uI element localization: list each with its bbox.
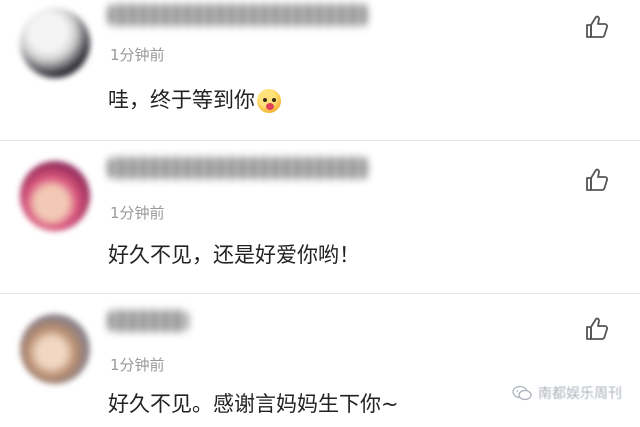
comment-text: 好久不见。感谢言妈妈生下你~ xyxy=(108,392,399,416)
comment-time: 1分钟前 xyxy=(110,356,165,374)
comment-item: 1分钟前 好久不见，还是好爱你哟！ xyxy=(0,140,640,293)
thumbs-up-icon[interactable] xyxy=(584,167,610,193)
username-blurred[interactable] xyxy=(108,306,188,336)
avatar[interactable] xyxy=(20,161,90,231)
comment-time: 1分钟前 xyxy=(110,204,165,222)
blurred-name-bar xyxy=(108,157,368,179)
wechat-logo-icon xyxy=(512,385,532,401)
comment-text: 好久不见，还是好爱你哟！ xyxy=(108,243,360,267)
comment-text-body: 哇，终于等到你 xyxy=(108,88,255,112)
avatar[interactable] xyxy=(20,314,90,384)
comment-item: 1分钟前 哇，终于等到你 xyxy=(0,0,640,140)
blush-face-emoji-icon xyxy=(257,89,281,113)
username-blurred[interactable] xyxy=(108,153,368,183)
comment-feed: 1分钟前 哇，终于等到你 1分钟前 好久不见，还是好爱你哟！ 1分钟前 好久不见… xyxy=(0,0,640,427)
blurred-name-bar xyxy=(108,310,188,332)
thumbs-up-icon[interactable] xyxy=(584,316,610,342)
thumbs-up-icon[interactable] xyxy=(584,14,610,40)
avatar[interactable] xyxy=(20,8,90,78)
watermark: 南都娱乐周刊 xyxy=(512,383,622,403)
comment-text: 哇，终于等到你 xyxy=(108,84,281,114)
username-blurred[interactable] xyxy=(108,0,368,30)
blurred-name-bar xyxy=(108,4,368,26)
watermark-text: 南都娱乐周刊 xyxy=(538,386,622,402)
comment-item: 1分钟前 好久不见。感谢言妈妈生下你~ xyxy=(0,293,640,427)
comment-time: 1分钟前 xyxy=(110,46,165,64)
